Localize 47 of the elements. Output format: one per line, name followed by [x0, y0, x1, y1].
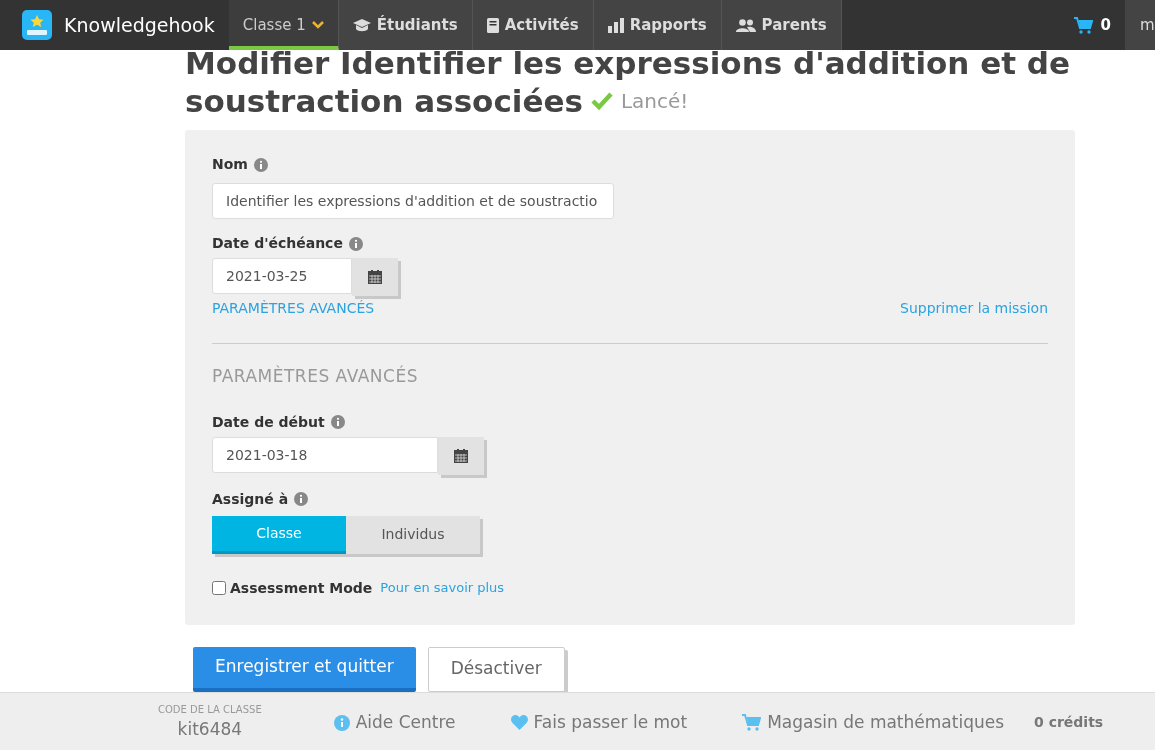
date-field[interactable]: 2021-03-18	[212, 436, 438, 473]
graduation-cap-icon	[352, 18, 371, 32]
book-icon	[486, 17, 499, 33]
segment-button[interactable]: Individus	[346, 515, 480, 554]
save-button[interactable]: Enregistrer et quitter	[193, 646, 416, 692]
page-title: soustraction associées	[185, 82, 583, 120]
field-label: Date d'échéance	[212, 234, 343, 253]
user-menu[interactable]: m	[1125, 0, 1155, 50]
name-field[interactable]: Identifier les expressions d'addition et de soustractio	[212, 183, 614, 219]
calendar-icon	[454, 448, 468, 463]
caret-icon	[311, 21, 324, 29]
calendar-button[interactable]	[438, 436, 484, 475]
section-heading: PARAMÈTRES AVANCÉS	[212, 364, 419, 388]
field-label: Nom	[212, 155, 248, 174]
info-icon	[333, 714, 350, 731]
info-icon	[253, 157, 268, 172]
footer-link[interactable]: Aide Centre	[333, 709, 456, 736]
status-text: Lancé!	[620, 88, 689, 115]
people-icon	[735, 18, 756, 32]
nav-tab[interactable]: Activités	[472, 0, 594, 50]
field-label: Date de début	[212, 412, 325, 432]
info-icon	[294, 492, 309, 506]
logo-icon	[22, 10, 52, 40]
footer-link[interactable]: Magasin de mathématiques	[742, 709, 1005, 736]
date-field[interactable]: 2021-03-25	[212, 258, 352, 294]
nav-tab[interactable]: Classe 1	[228, 0, 339, 50]
brand-name[interactable]: Knowledgehook	[64, 10, 215, 40]
heart-icon	[510, 715, 528, 730]
checkbox[interactable]	[212, 581, 226, 595]
calendar-button[interactable]	[352, 258, 398, 296]
footer-link[interactable]: Fais passer le mot	[510, 709, 688, 736]
deactivate-button[interactable]: Désactiver	[427, 646, 565, 692]
nav-tab[interactable]: Rapports	[593, 0, 722, 50]
checkmark-icon	[590, 92, 613, 110]
cart-icon	[1073, 16, 1093, 34]
nav-tab[interactable]: Parents	[721, 0, 842, 50]
info-icon	[348, 236, 363, 251]
code-label: CODE DE LA CLASSE	[158, 703, 262, 718]
nav-tab[interactable]: Étudiants	[338, 0, 473, 50]
class-code: kit6484	[177, 718, 243, 742]
checkbox-label: Assessment Mode	[230, 578, 373, 598]
cart-icon	[742, 714, 762, 731]
bar-chart-icon	[607, 17, 624, 33]
info-icon	[330, 415, 345, 429]
credits-text: 0 crédits	[1034, 713, 1104, 732]
calendar-icon	[368, 270, 382, 284]
field-label: Assigné à	[212, 489, 289, 509]
